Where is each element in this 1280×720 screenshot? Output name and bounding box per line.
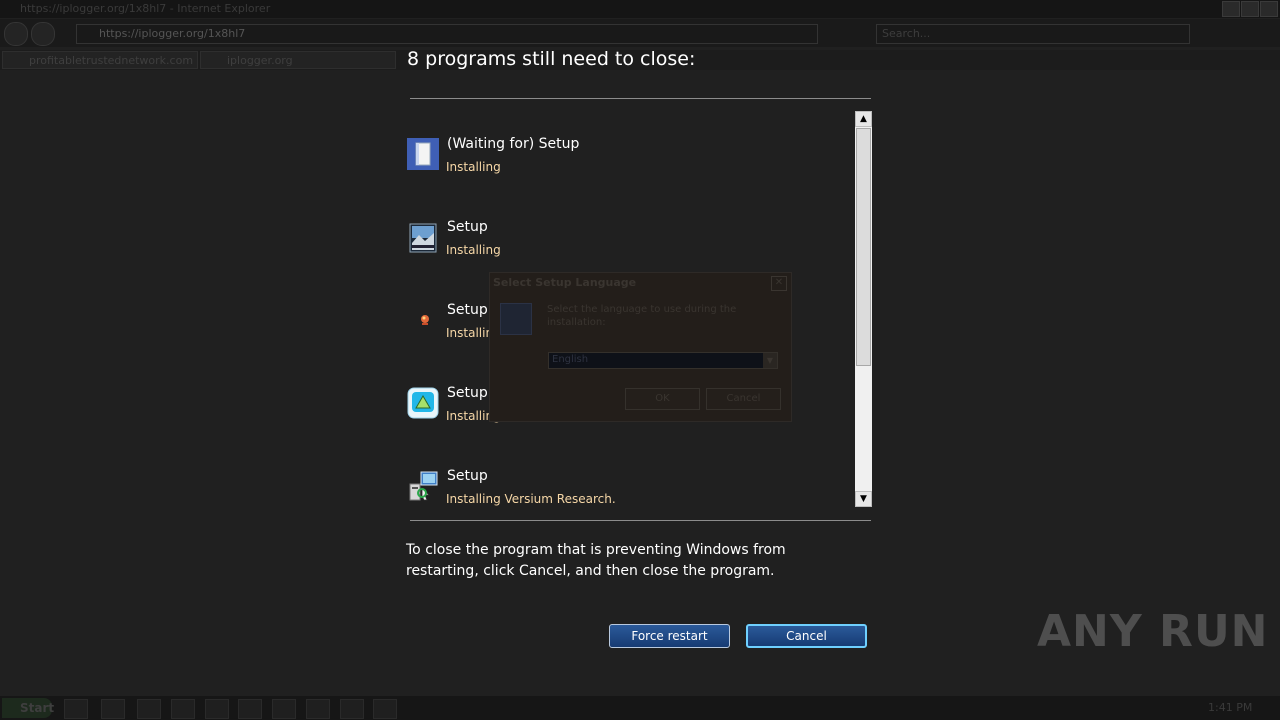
taskbar-item[interactable]: [373, 699, 397, 719]
language-cancel-button[interactable]: Cancel: [706, 388, 781, 410]
close-button[interactable]: [1260, 1, 1278, 17]
program-status: Installing Versium Research.: [446, 492, 616, 506]
taskbar-item[interactable]: [64, 699, 88, 719]
program-item[interactable]: (Waiting for) Setup Installing: [405, 122, 845, 182]
window-controls: [1220, 1, 1280, 17]
program-status: Installing: [446, 160, 501, 174]
cancel-button[interactable]: Cancel: [746, 624, 867, 648]
chevron-down-icon[interactable]: ▼: [763, 353, 777, 368]
browser-window-title: https://iplogger.org/1x8hl7 - Internet E…: [20, 2, 271, 15]
top-divider: [410, 98, 871, 99]
setup-installer-icon: [409, 471, 438, 501]
back-button[interactable]: [4, 22, 28, 46]
program-name: Setup: [447, 385, 488, 401]
scroll-thumb[interactable]: [856, 128, 871, 366]
language-dialog-message: Select the language to use during the in…: [547, 304, 737, 328]
taskbar-clock: 1:41 PM: [1208, 701, 1253, 714]
tab-profitabletrustednetwork[interactable]: profitabletrustednetwork.com: [2, 51, 198, 69]
program-item[interactable]: Setup Installing: [405, 205, 845, 265]
taskbar-item[interactable]: [101, 699, 125, 719]
scroll-up-icon[interactable]: ▲: [855, 111, 872, 127]
tab-iplogger[interactable]: iplogger.org: [200, 51, 396, 69]
bottom-divider: [410, 520, 871, 521]
address-text: https://iplogger.org/1x8hl7: [99, 27, 246, 40]
taskbar-item[interactable]: [205, 699, 229, 719]
taskbar-item[interactable]: [340, 699, 364, 719]
setup-triangle-icon: [407, 387, 439, 419]
select-language-dialog: Select Setup Language ✕ Select the langu…: [489, 272, 792, 422]
close-icon[interactable]: ✕: [771, 276, 787, 291]
taskbar-item[interactable]: [171, 699, 195, 719]
taskbar-item[interactable]: [137, 699, 161, 719]
scroll-down-icon[interactable]: ▼: [855, 491, 872, 507]
setup-document-icon: [407, 138, 439, 170]
setup-small-bug-icon: [421, 315, 429, 325]
language-select-value: English: [552, 354, 589, 365]
setup-landscape-icon: [409, 223, 437, 253]
program-name: (Waiting for) Setup: [447, 136, 580, 152]
minimize-button[interactable]: [1222, 1, 1240, 17]
language-select[interactable]: English ▼: [548, 352, 778, 369]
start-button[interactable]: Start: [2, 698, 55, 718]
dialog-title: 8 programs still need to close:: [407, 48, 696, 70]
program-name: Setup: [447, 302, 488, 318]
setup-icon: [500, 303, 532, 335]
taskbar-item[interactable]: [272, 699, 296, 719]
language-dialog-title: Select Setup Language: [493, 276, 637, 289]
program-status: Installing: [446, 243, 501, 257]
language-ok-button[interactable]: OK: [625, 388, 700, 410]
program-name: Setup: [447, 468, 488, 484]
taskbar-item[interactable]: [238, 699, 262, 719]
maximize-button[interactable]: [1241, 1, 1259, 17]
taskbar-item[interactable]: [306, 699, 330, 719]
program-name: Setup: [447, 219, 488, 235]
anyrun-watermark: ANY RUN: [1037, 606, 1269, 657]
program-item[interactable]: Setup Installing Versium Research.: [405, 454, 845, 514]
program-list-scrollbar[interactable]: ▲ ▼: [855, 111, 872, 507]
dialog-message: To close the program that is preventing …: [406, 542, 786, 579]
start-label: Start: [20, 701, 55, 715]
search-placeholder: Search...: [882, 27, 931, 40]
forward-button[interactable]: [31, 22, 55, 46]
force-restart-button[interactable]: Force restart: [609, 624, 730, 648]
